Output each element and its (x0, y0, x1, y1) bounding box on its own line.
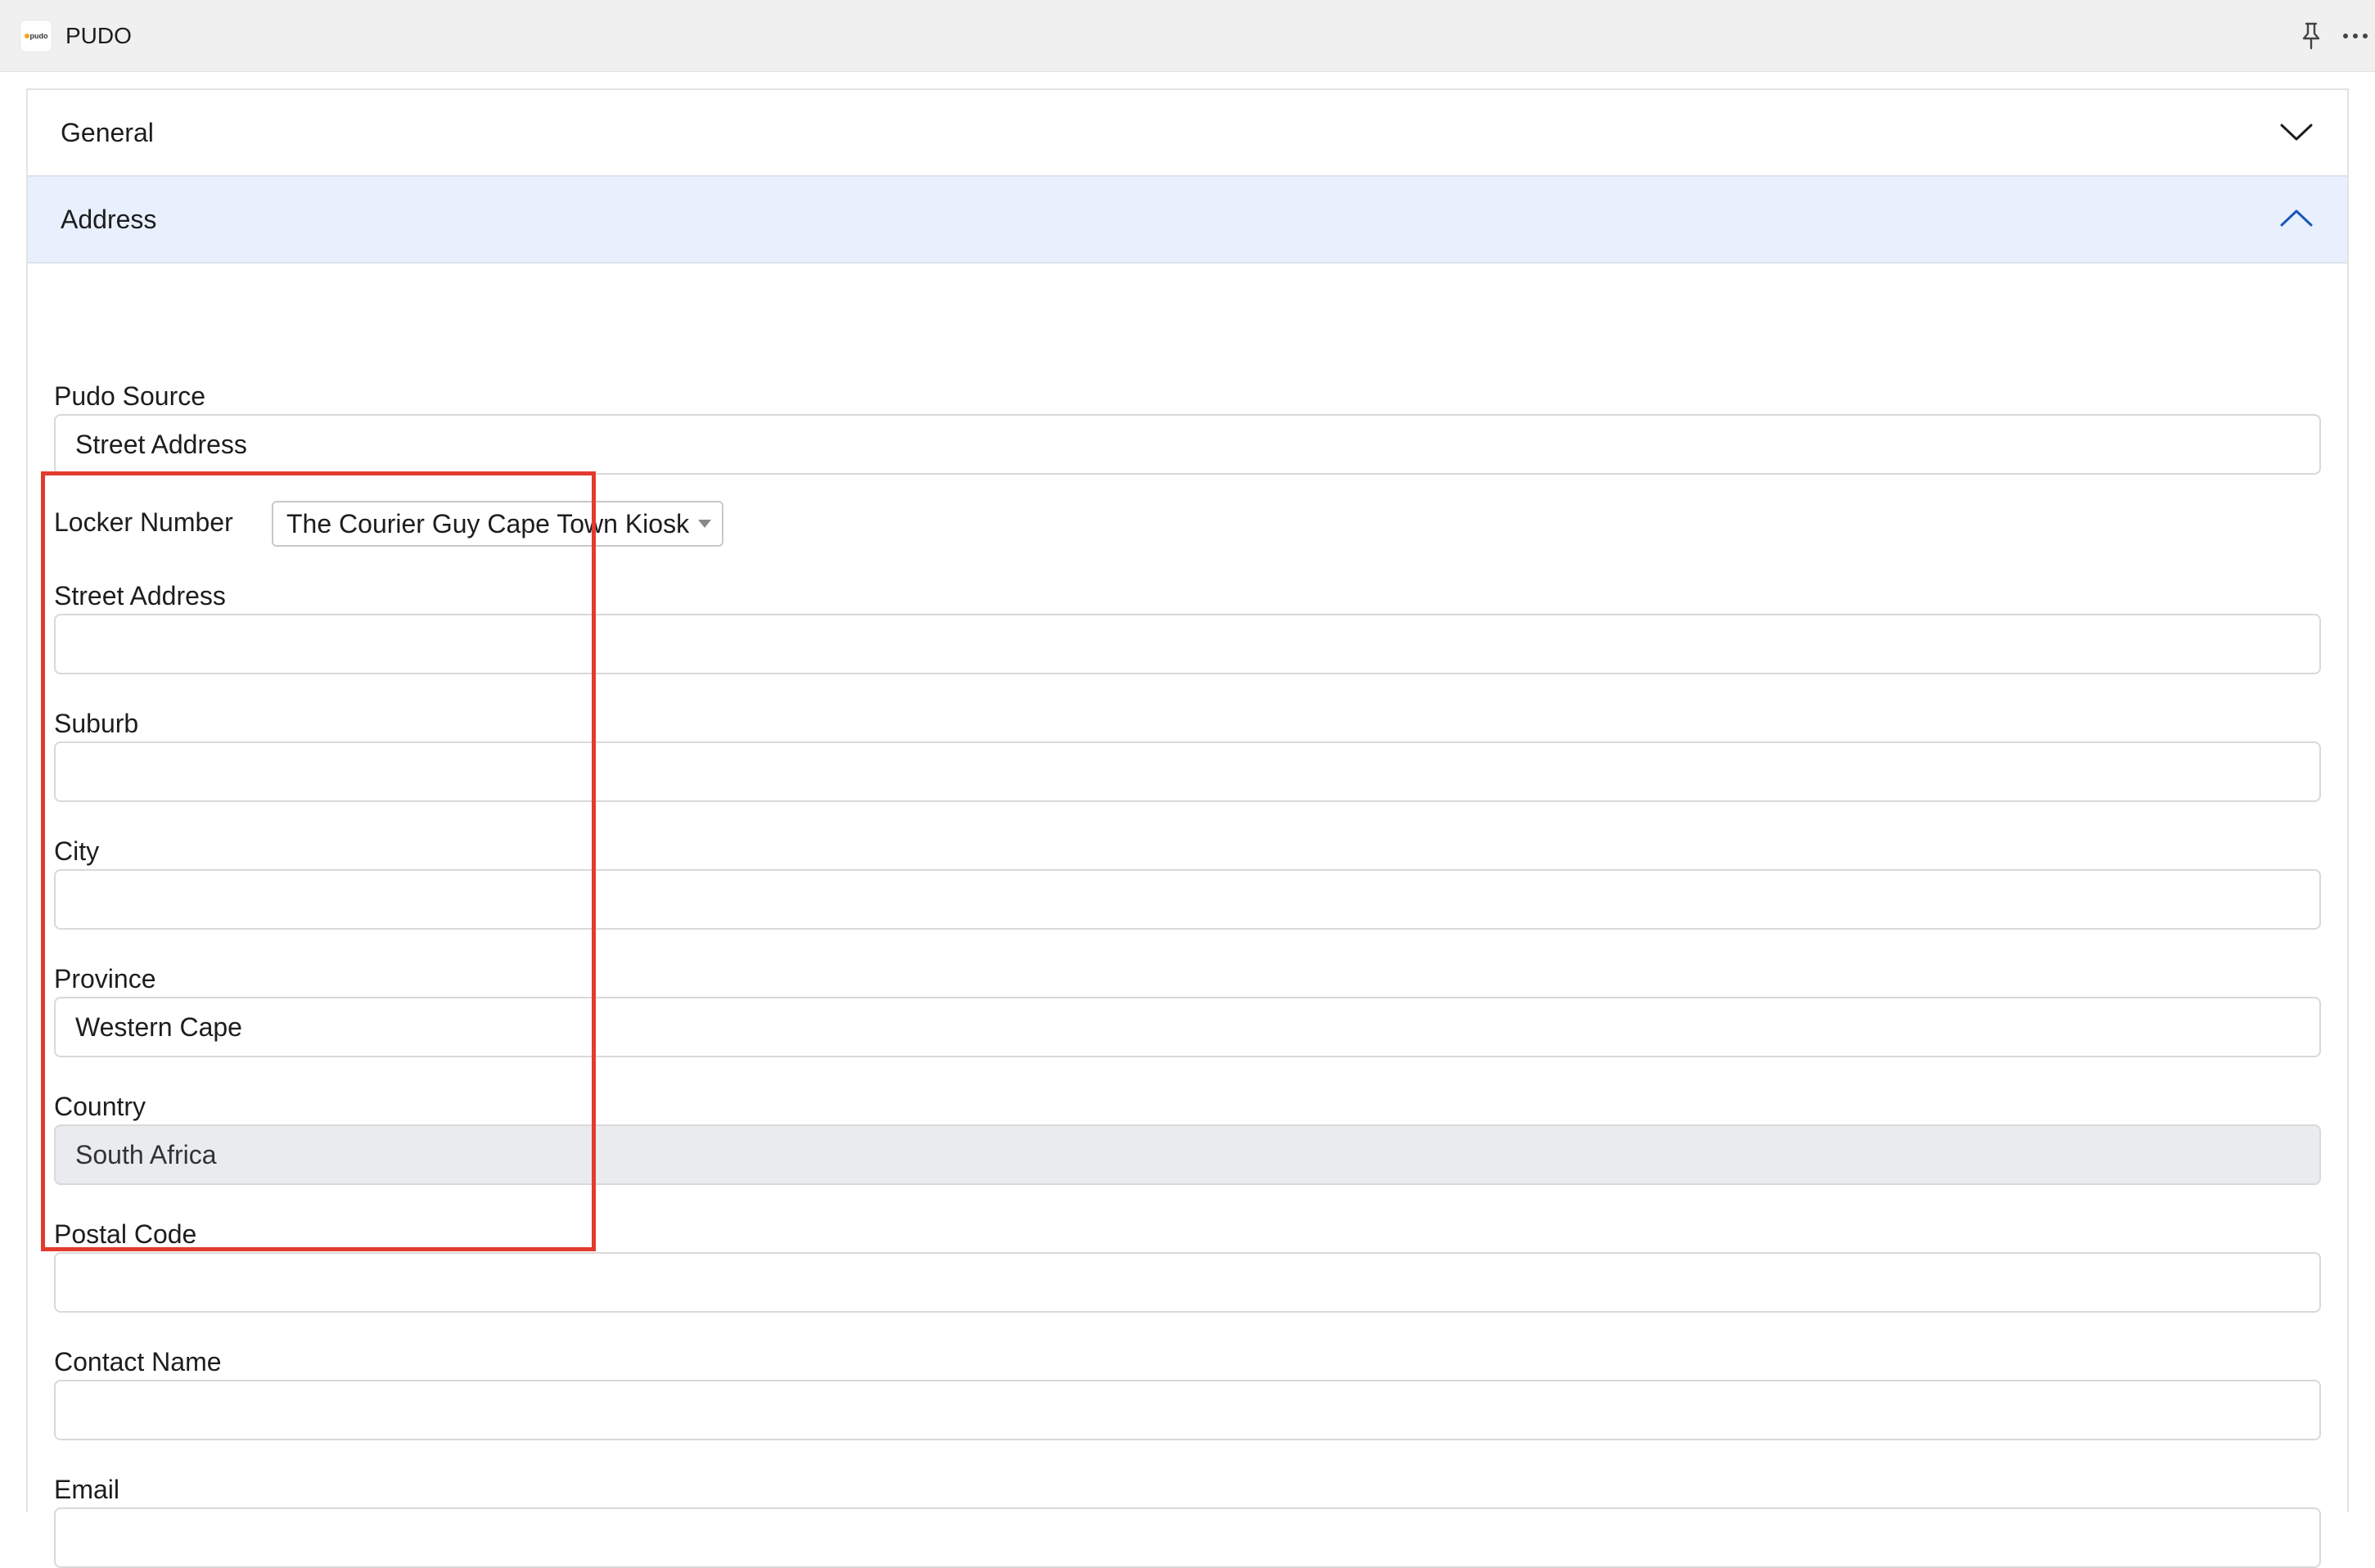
accordion-general-header[interactable]: General (28, 90, 2347, 177)
title-bar: pudo PUDO (0, 0, 2375, 72)
postal-code-input[interactable] (54, 1252, 2321, 1313)
street-address-label: Street Address (54, 581, 226, 611)
logo-text: pudo (29, 32, 48, 40)
locker-number-selected: The Courier Guy Cape Town Kiosk (286, 509, 690, 538)
province-input[interactable] (54, 997, 2321, 1057)
settings-panel: General Address Pudo Source Locker Numbe… (26, 88, 2349, 1568)
suburb-label: Suburb (54, 709, 139, 738)
city-label: City (54, 836, 100, 866)
street-address-input[interactable] (54, 614, 2321, 674)
accordion-general-label: General (61, 118, 154, 147)
app-logo: pudo (20, 20, 52, 52)
pudo-source-input[interactable] (54, 414, 2321, 475)
caret-down-icon (698, 520, 711, 528)
pudo-source-label: Pudo Source (54, 381, 206, 411)
city-input[interactable] (54, 869, 2321, 930)
country-input (54, 1124, 2321, 1185)
pin-icon[interactable] (2298, 21, 2324, 51)
contact-name-label: Contact Name (54, 1347, 222, 1377)
province-label: Province (54, 964, 156, 994)
chevron-down-icon (2280, 124, 2313, 141)
contact-name-input[interactable] (54, 1380, 2321, 1440)
email-input[interactable] (54, 1507, 2321, 1568)
country-label: Country (54, 1092, 146, 1121)
locker-number-select[interactable]: The Courier Guy Cape Town Kiosk (272, 501, 723, 547)
accordion-address-label: Address (61, 205, 157, 234)
app-title: PUDO (65, 23, 132, 48)
chevron-up-icon (2280, 210, 2313, 227)
postal-code-label: Postal Code (54, 1219, 197, 1249)
suburb-input[interactable] (54, 741, 2321, 802)
logo-dot-icon (24, 34, 29, 38)
accordion-address-header[interactable]: Address (28, 177, 2347, 264)
email-label: Email (54, 1475, 120, 1504)
more-icon[interactable] (2341, 23, 2370, 49)
locker-number-label: Locker Number (54, 507, 233, 537)
